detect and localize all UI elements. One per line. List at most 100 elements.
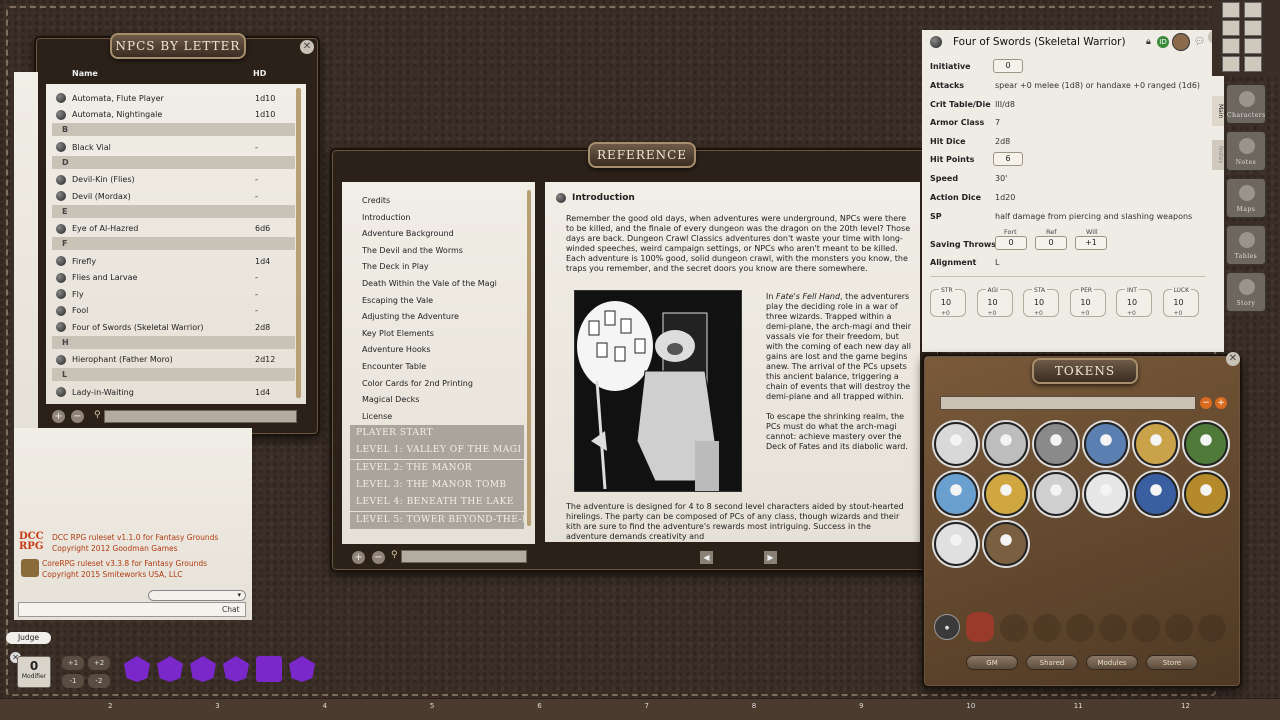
npc-link-icon[interactable]	[56, 354, 66, 365]
npc-list-item[interactable]: Fly -	[52, 286, 295, 302]
npc-list-item[interactable]: Devil-Kin (Flies) -	[52, 172, 295, 188]
npc-list-item[interactable]: Hierophant (Father Moro) 2d12	[52, 352, 295, 368]
npc-list-item[interactable]: Automata, Flute Player 1d10	[52, 90, 295, 106]
npc-col-name[interactable]: Name	[72, 69, 98, 78]
tokens-plus-button[interactable]: +	[1215, 397, 1227, 409]
tokens-search-input[interactable]	[940, 396, 1196, 410]
npc-list-scrollbar[interactable]	[296, 88, 301, 398]
sidebar-maps[interactable]: Maps	[1226, 178, 1266, 218]
token-portrait[interactable]	[1034, 422, 1078, 466]
toc-level-link[interactable]: LEVEL 1: VALLEY OF THE MAGI	[350, 442, 524, 460]
speed-value[interactable]: 30'	[995, 174, 1007, 183]
mod-minus1-button[interactable]: -1	[62, 674, 84, 688]
sidebar-characters[interactable]: Characters	[1226, 84, 1266, 124]
toc-level-link[interactable]: PLAYER START	[350, 425, 524, 442]
will-field[interactable]: +1	[1075, 236, 1107, 250]
token-slot[interactable]	[1000, 614, 1028, 642]
toc-link[interactable]: Adventure Background	[362, 229, 454, 238]
mod-minus2-button[interactable]: -2	[88, 674, 110, 688]
token-bag-icon[interactable]: ●	[934, 614, 960, 640]
toolbar-button-5[interactable]	[1222, 38, 1240, 54]
ability-agi[interactable]: AGI 10 +0	[976, 287, 1013, 317]
npc-add-button[interactable]: +	[52, 410, 65, 423]
toc-scrollbar[interactable]	[527, 190, 531, 526]
token-slot[interactable]	[1165, 614, 1193, 642]
token-slot[interactable]	[1099, 614, 1127, 642]
ability-value[interactable]: 10	[1024, 298, 1054, 307]
toolbar-button-6[interactable]	[1244, 38, 1262, 54]
hitdice-value[interactable]: 2d8	[995, 137, 1010, 146]
tokens-minus-button[interactable]: −	[1200, 397, 1212, 409]
toc-filter-input[interactable]	[401, 550, 527, 563]
ability-value[interactable]: 10	[1071, 298, 1101, 307]
sidebar-story[interactable]: Story	[1226, 272, 1266, 312]
token-portrait[interactable]	[1184, 472, 1228, 516]
npc-link-icon[interactable]	[56, 174, 66, 185]
sp-value[interactable]: half damage from piercing and slashing w…	[995, 212, 1192, 221]
npc-link-icon[interactable]	[56, 272, 66, 283]
lock-icon[interactable]: 🔒︎	[1146, 37, 1151, 47]
reference-title[interactable]: REFERENCE	[588, 142, 696, 168]
npc-link-icon[interactable]	[56, 289, 66, 299]
npc-link-icon[interactable]	[56, 109, 66, 120]
toc-level-link[interactable]: LEVEL 3: THE MANOR TOMB	[350, 476, 524, 494]
npc-link-icon[interactable]	[56, 191, 66, 201]
npc-list-item[interactable]: Firefly 1d4	[52, 253, 295, 269]
toc-add-button[interactable]: +	[352, 551, 365, 564]
identity-label[interactable]: Judge	[6, 632, 51, 644]
npc-link-icon[interactable]	[56, 387, 66, 397]
toc-link[interactable]: The Devil and the Worms	[362, 246, 463, 255]
tokens-close-icon[interactable]: ✕	[1226, 352, 1240, 366]
toolbar-button-8[interactable]	[1244, 56, 1262, 72]
d14-die-icon[interactable]	[190, 656, 216, 682]
npc-list-item[interactable]: Devil (Mordax) -	[52, 188, 295, 204]
d12-die-icon[interactable]	[223, 656, 249, 682]
ability-str[interactable]: STR 10 +0	[930, 287, 966, 317]
ability-int[interactable]: INT 10 +0	[1116, 287, 1152, 317]
toc-link[interactable]: Encounter Table	[362, 362, 426, 371]
npc-link-icon[interactable]	[56, 305, 66, 316]
token-pouch-icon[interactable]	[966, 612, 994, 642]
token-portrait[interactable]	[1134, 472, 1178, 516]
d16-die-icon[interactable]	[157, 656, 183, 682]
action-dice-value[interactable]: 1d20	[995, 193, 1015, 202]
npc-list-item[interactable]: Four of Swords (Skeletal Warrior) 2d8	[52, 319, 295, 335]
id-badge-icon[interactable]: ID	[1157, 36, 1169, 48]
token-slot[interactable]	[1066, 614, 1094, 642]
npc-link-icon[interactable]	[56, 223, 66, 234]
npc-filter-input[interactable]	[104, 410, 297, 423]
toolbar-button-7[interactable]	[1222, 56, 1240, 72]
mod-plus2-button[interactable]: +2	[88, 656, 110, 670]
ref-field[interactable]: 0	[1035, 236, 1067, 250]
chat-mode-select[interactable]: ▾	[148, 590, 246, 601]
toc-link[interactable]: Introduction	[362, 213, 410, 222]
alignment-value[interactable]: L	[995, 258, 999, 267]
npc-window-title[interactable]: NPCS BY LETTER	[110, 33, 246, 59]
mod-plus1-button[interactable]: +1	[62, 656, 84, 670]
hp-field[interactable]: 6	[993, 152, 1023, 166]
chat-send-button[interactable]: Chat	[222, 605, 240, 614]
tokens-gm-button[interactable]: GM	[966, 655, 1018, 670]
token-portrait[interactable]	[1034, 472, 1078, 516]
npc-col-hd[interactable]: HD	[253, 69, 266, 78]
tokens-modules-button[interactable]: Modules	[1086, 655, 1138, 670]
token-portrait[interactable]	[934, 472, 978, 516]
npc-portrait-icon[interactable]	[1172, 33, 1190, 51]
npc-sheet-title[interactable]: Four of Swords (Skeletal Warrior)	[953, 36, 1126, 48]
sidebar-notes[interactable]: Notes	[1226, 131, 1266, 171]
ability-luck[interactable]: LUCK 10 +0	[1162, 287, 1199, 317]
toc-link[interactable]: Escaping the Vale	[362, 296, 433, 305]
initiative-field[interactable]: 0	[993, 59, 1023, 73]
toolbar-button-1[interactable]	[1222, 2, 1240, 18]
toolbar-button-3[interactable]	[1222, 20, 1240, 36]
modifier-box[interactable]: 0 Modifier	[17, 656, 51, 688]
tokens-store-button[interactable]: Store	[1146, 655, 1198, 670]
tab-main[interactable]: Main	[1212, 96, 1224, 126]
token-slot[interactable]	[1198, 614, 1226, 642]
toolbar-button-4[interactable]	[1244, 20, 1262, 36]
npc-list-item[interactable]: Lady-in-Waiting 1d4	[52, 384, 295, 400]
ability-value[interactable]: 10	[978, 298, 1008, 307]
toolbar-button-2[interactable]	[1244, 2, 1262, 18]
ability-per[interactable]: PER 10 +0	[1069, 287, 1106, 317]
toc-link[interactable]: Credits	[362, 196, 390, 205]
